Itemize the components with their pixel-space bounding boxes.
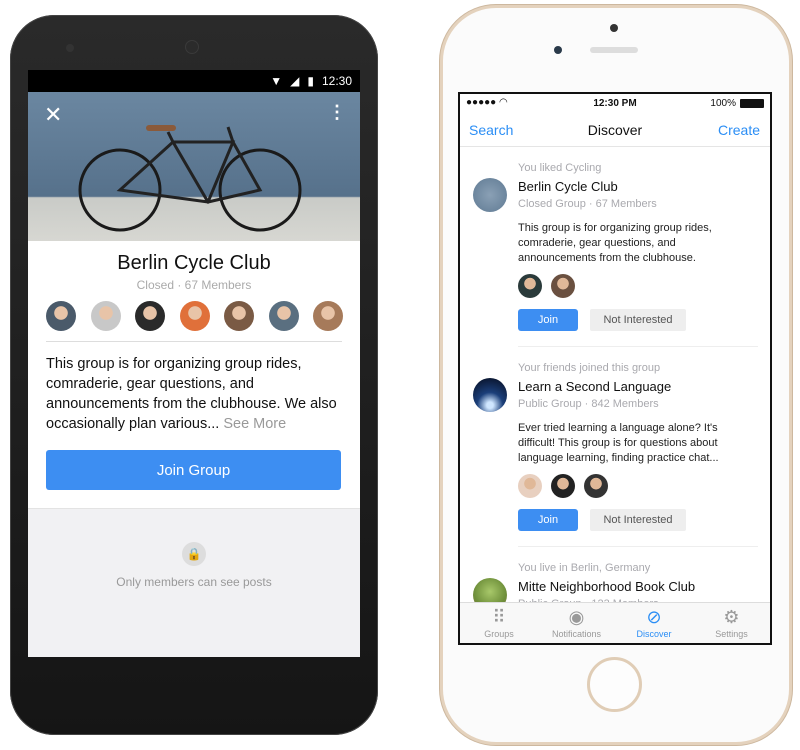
more-options-icon[interactable]: ⋮ — [328, 102, 346, 123]
member-avatar[interactable] — [46, 301, 76, 331]
member-avatar[interactable] — [90, 301, 121, 331]
not-interested-button[interactable]: Not Interested — [590, 509, 686, 531]
tab-groups[interactable]: ⠿ Groups — [460, 603, 538, 643]
group-name[interactable]: Mitte Neighborhood Book Club — [518, 579, 695, 594]
member-avatar[interactable] — [313, 301, 343, 331]
group-name[interactable]: Berlin Cycle Club — [518, 179, 618, 194]
member-avatar[interactable] — [135, 301, 165, 331]
battery-icon: ▮ — [307, 74, 314, 88]
members-only-text: Only members can see posts — [116, 575, 272, 589]
cover-photo: ✕ ⋮ — [28, 92, 360, 241]
join-group-button[interactable]: Join Group — [46, 450, 341, 490]
group-description: This group is for organizing group rides… — [46, 354, 346, 434]
join-button[interactable]: Join — [518, 509, 578, 531]
android-screen: ▼ ◢ ▮ 12:30 ✕ ⋮ Berlin Cycle Club Closed… — [28, 70, 360, 657]
group-meta: Closed Group · 67 Members — [518, 198, 657, 210]
friend-avatar[interactable] — [551, 474, 575, 498]
divider — [46, 341, 342, 342]
suggestion-reason: Your friends joined this group — [518, 362, 661, 374]
group-meta: Closed · 67 Members — [136, 278, 252, 292]
wifi-icon: ▼ — [270, 74, 283, 88]
friend-avatar[interactable] — [584, 474, 608, 498]
iphone-screen: ●●●●● ◠ 12:30 PM 100% Search Discover Cr… — [458, 92, 772, 645]
tab-notifications[interactable]: ◉ Notifications — [538, 603, 616, 643]
member-avatar[interactable] — [224, 301, 254, 331]
iphone-camera — [610, 24, 618, 32]
see-more-link[interactable]: See More — [223, 416, 286, 432]
friend-avatar[interactable] — [518, 274, 542, 298]
group-title: Berlin Cycle Club — [117, 252, 271, 274]
group-name[interactable]: Learn a Second Language — [518, 379, 671, 394]
grid-icon: ⠿ — [492, 607, 506, 627]
group-meta: Public Group · 842 Members — [518, 398, 659, 410]
create-button[interactable]: Create — [718, 122, 760, 138]
nav-bar: Search Discover Create — [460, 114, 770, 147]
member-avatar[interactable] — [179, 301, 210, 331]
bicycle-image — [78, 125, 302, 232]
divider — [518, 346, 758, 347]
group-suggestion-card: Your friends joined this group Learn a S… — [460, 362, 770, 566]
status-bar: ●●●●● ◠ 12:30 PM 100% — [460, 94, 770, 114]
compass-icon: ⊘ — [646, 607, 662, 627]
tab-label: Discover — [636, 629, 672, 639]
lock-icon: 🔒 — [182, 542, 206, 566]
tab-discover[interactable]: ⊘ Discover — [615, 603, 693, 643]
friend-avatar[interactable] — [518, 474, 542, 498]
posts-area: 🔒 Only members can see posts — [28, 508, 360, 657]
android-speaker — [185, 40, 199, 54]
group-description: This group is for organizing group rides… — [518, 222, 712, 264]
android-camera — [66, 44, 74, 52]
tab-settings[interactable]: ⚙ Settings — [693, 603, 771, 643]
group-description: Ever tried learning a language alone? It… — [518, 422, 719, 464]
tab-label: Groups — [484, 629, 514, 639]
signal-icon: ◢ — [290, 74, 300, 88]
friend-avatar[interactable] — [551, 274, 575, 298]
iphone-front-camera — [554, 46, 562, 54]
group-suggestion-card: You liked Cycling Berlin Cycle Club Clos… — [460, 162, 770, 366]
tab-label: Settings — [715, 629, 748, 639]
home-button[interactable] — [587, 657, 642, 712]
tab-label: Notifications — [551, 629, 602, 639]
divider — [518, 546, 758, 547]
gear-icon: ⚙ — [723, 607, 740, 627]
description-text: This group is for organizing group rides… — [46, 356, 337, 432]
globe-icon: ◉ — [568, 607, 585, 627]
member-avatar[interactable] — [268, 301, 299, 331]
close-icon[interactable]: ✕ — [44, 102, 62, 128]
not-interested-button[interactable]: Not Interested — [590, 309, 686, 331]
join-button[interactable]: Join — [518, 309, 578, 331]
status-bar: ▼ ◢ ▮ 12:30 — [28, 70, 360, 92]
iphone-speaker — [590, 47, 638, 53]
tab-bar: ⠿ Groups ◉ Notifications ⊘ Discover ⚙ Settings — [460, 602, 771, 643]
battery-percent: 100% — [710, 98, 736, 109]
battery-icon — [740, 99, 764, 108]
suggestion-reason: You live in Berlin, Germany — [518, 562, 651, 574]
group-thumbnail[interactable] — [473, 178, 507, 212]
group-thumbnail[interactable] — [473, 378, 507, 412]
suggestion-reason: You liked Cycling — [518, 162, 602, 174]
status-time: 12:30 — [321, 74, 352, 88]
